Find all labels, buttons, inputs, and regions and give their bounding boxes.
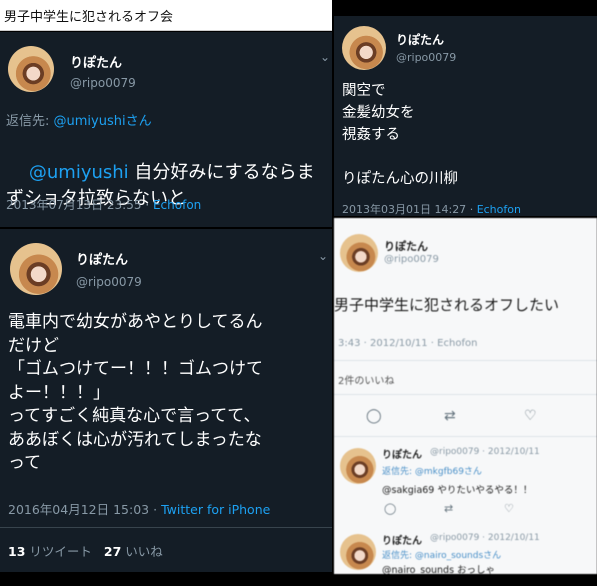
engagement-row: 13 リツイート 27 いいね bbox=[8, 541, 163, 560]
retweets-count[interactable]: 13 bbox=[8, 544, 25, 559]
user-name[interactable]: りぽたん bbox=[70, 52, 122, 71]
title-text: 男子中学生に犯されるオフ会 bbox=[4, 10, 174, 25]
user-handle[interactable]: @ripo0079 bbox=[76, 275, 142, 289]
client-link[interactable]: Echofon bbox=[153, 198, 201, 212]
user-name[interactable]: りぽたん bbox=[382, 532, 422, 547]
heart-icon[interactable]: ♡ bbox=[524, 408, 537, 424]
tweet-text: 関空で 金髪幼女を 視姦する りぽたん心の川柳 bbox=[342, 83, 458, 187]
reply-meta: @ripo0079 · 2012/10/11 bbox=[430, 447, 540, 457]
reply-tweet[interactable]: りぽたん @ripo0079 · 2012/10/11 返信先: @mkgfb6… bbox=[334, 440, 597, 520]
user-name[interactable]: りぽたん bbox=[396, 31, 444, 48]
divider bbox=[334, 360, 597, 361]
user-handle[interactable]: @ripo0079 bbox=[396, 51, 456, 64]
tweet-panel-b[interactable]: りぽたん @ripo0079 ⌄ 電車内で幼女があやとりしてるん だけど 「ゴム… bbox=[0, 229, 332, 572]
user-name[interactable]: りぽたん bbox=[382, 446, 422, 461]
likes-count[interactable]: 27 bbox=[104, 544, 121, 559]
timestamp-row: 2016年04月12日 15:03 · Twitter for iPhone bbox=[8, 499, 270, 518]
avatar[interactable] bbox=[340, 534, 376, 570]
avatar[interactable] bbox=[340, 234, 378, 272]
avatar[interactable] bbox=[8, 46, 54, 92]
separator-dot: · bbox=[145, 198, 150, 212]
reply-icon[interactable]: ◯ bbox=[366, 408, 382, 424]
reply-to-line[interactable]: 返信先: @mkgfb69さん bbox=[382, 464, 482, 477]
client-link[interactable]: Echofon bbox=[477, 203, 521, 216]
reply-text: @nairo_sounds おっしゃ bbox=[382, 565, 496, 574]
tweet-panel-a[interactable]: りぽたん @ripo0079 ⌄ 返信先: @umiyushiさん @umiyu… bbox=[0, 32, 332, 227]
tweet-text-line1: 自分好みにするならま bbox=[128, 162, 315, 183]
chevron-down-icon[interactable]: ⌄ bbox=[320, 50, 330, 64]
timestamp[interactable]: 2013年07月13日 23:55 bbox=[6, 198, 141, 212]
separator-dot: · bbox=[469, 203, 474, 216]
reply-to-line: 返信先: @umiyushiさん bbox=[6, 110, 152, 129]
timestamp[interactable]: 2013年03月01日 14:27 bbox=[342, 203, 466, 216]
reply-meta: @ripo0079 · 2012/10/11 bbox=[430, 533, 540, 543]
timestamp-row: 2013年03月01日 14:27 · Echofon bbox=[342, 201, 521, 216]
retweets-label[interactable]: リツイート bbox=[29, 544, 92, 559]
tweet-text: 電車内で幼女があやとりしてるん だけど 「ゴムつけてー！！！ゴムつけて よー！！… bbox=[8, 312, 263, 473]
tweet-panel-c[interactable]: りぽたん @ripo0079 関空で 金髪幼女を 視姦する りぽたん心の川柳 2… bbox=[334, 16, 597, 216]
timestamp-row: 2013年07月13日 23:55 · Echofon bbox=[6, 196, 201, 213]
separator-dot: · bbox=[153, 502, 158, 517]
user-name[interactable]: りぽたん bbox=[384, 238, 428, 254]
likes-label[interactable]: いいね bbox=[125, 544, 163, 559]
client-link[interactable]: Twitter for iPhone bbox=[161, 502, 270, 517]
divider bbox=[334, 436, 597, 437]
reply-to-line[interactable]: 返信先: @nairo_soundsさん bbox=[382, 548, 501, 561]
reply-to-label: 返信先: bbox=[6, 114, 50, 129]
avatar[interactable] bbox=[10, 243, 62, 295]
reply-text: @sakgia69 やりたいやるやる！！ bbox=[382, 485, 533, 496]
retweet-icon[interactable]: ⇄ bbox=[444, 502, 453, 515]
reply-icon[interactable]: ◯ bbox=[384, 502, 396, 515]
user-handle[interactable]: @ripo0079 bbox=[384, 254, 439, 265]
divider bbox=[0, 527, 332, 528]
chevron-down-icon[interactable]: ⌄ bbox=[318, 249, 328, 263]
reply-to-user-link[interactable]: @umiyushiさん bbox=[54, 114, 152, 129]
likes-count[interactable]: 2件のいいね bbox=[338, 372, 394, 387]
tweet-text: @umiyushi 自分好みにするならま ずショタ拉致らないと bbox=[6, 134, 315, 227]
tweet-meta: 3:43 · 2012/10/11 · Echofon bbox=[338, 338, 478, 349]
user-name[interactable]: りぽたん bbox=[76, 249, 128, 268]
user-handle[interactable]: @ripo0079 bbox=[70, 76, 136, 90]
avatar[interactable] bbox=[342, 26, 386, 70]
mention-link[interactable]: @umiyushi bbox=[29, 162, 129, 183]
top-title-bar: 男子中学生に犯されるオフ会 bbox=[0, 0, 332, 31]
avatar[interactable] bbox=[340, 448, 376, 484]
retweet-icon[interactable]: ⇄ bbox=[444, 408, 456, 424]
tweet-text: 男子中学生に犯されるオフしたい bbox=[334, 296, 560, 314]
heart-icon[interactable]: ♡ bbox=[504, 502, 514, 515]
timestamp[interactable]: 2016年04月12日 15:03 bbox=[8, 502, 149, 517]
reply-tweet[interactable]: りぽたん @ripo0079 · 2012/10/11 返信先: @nairo_… bbox=[334, 528, 597, 574]
divider bbox=[334, 394, 597, 395]
tweet-panel-d[interactable]: りぽたん @ripo0079 男子中学生に犯されるオフしたい 3:43 · 20… bbox=[334, 218, 597, 574]
